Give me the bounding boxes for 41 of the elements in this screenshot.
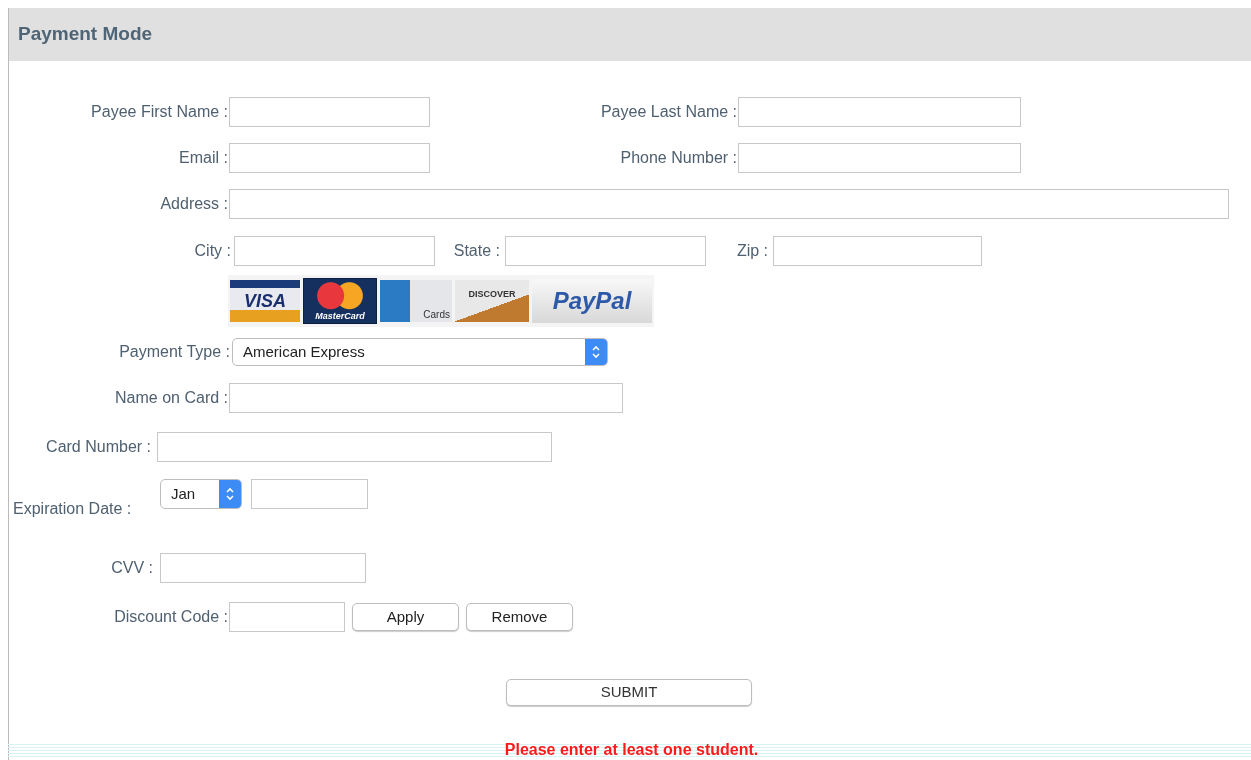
field-label: Expiration Date :	[13, 499, 132, 519]
field-label: State :	[452, 241, 500, 261]
input-field[interactable]	[234, 236, 435, 266]
input-field[interactable]	[229, 383, 623, 413]
payment-type-select[interactable]: American Express	[232, 338, 608, 366]
section-title: Payment Mode	[18, 22, 153, 47]
field-label: Card Number :	[45, 437, 151, 457]
input-field[interactable]	[738, 143, 1021, 173]
input-field[interactable]	[229, 602, 345, 632]
input-field[interactable]	[229, 143, 430, 173]
field-label: Payee First Name :	[90, 102, 228, 122]
field-label: Payment Type :	[118, 342, 230, 362]
input-field[interactable]	[160, 553, 366, 583]
card-logo: PayPal	[532, 279, 652, 323]
input-field[interactable]	[229, 189, 1229, 219]
apply-button[interactable]: Apply	[352, 603, 459, 631]
field-label: Address :	[159, 194, 228, 214]
month-select[interactable]: Jan	[160, 479, 242, 509]
field-label: Phone Number :	[619, 148, 737, 168]
field-label: Payee Last Name :	[599, 102, 737, 122]
input-field[interactable]	[505, 236, 706, 266]
input-field[interactable]	[157, 432, 552, 462]
card-logo: Cards	[380, 280, 452, 322]
field-label: CVV :	[110, 558, 153, 578]
input-field[interactable]	[229, 97, 430, 127]
remove-button[interactable]: Remove	[466, 603, 573, 631]
input-field[interactable]	[773, 236, 982, 266]
field-label: Discount Code :	[113, 607, 228, 627]
field-label: Email :	[178, 148, 228, 168]
input-field[interactable]	[251, 479, 368, 509]
field-label: Name on Card :	[114, 388, 228, 408]
card-logo: DISCOVER	[455, 280, 529, 322]
field-label: Zip :	[735, 241, 768, 261]
field-label: City :	[193, 241, 231, 261]
dropdown-arrows-icon	[219, 480, 241, 508]
card-logo: VISA	[230, 280, 300, 322]
input-field[interactable]	[738, 97, 1021, 127]
card-logo: MasterCard	[303, 278, 377, 324]
dropdown-arrows-icon	[585, 339, 607, 365]
error-message: Please enter at least one student.	[504, 741, 759, 758]
submit-button[interactable]: SUBMIT	[506, 678, 752, 706]
